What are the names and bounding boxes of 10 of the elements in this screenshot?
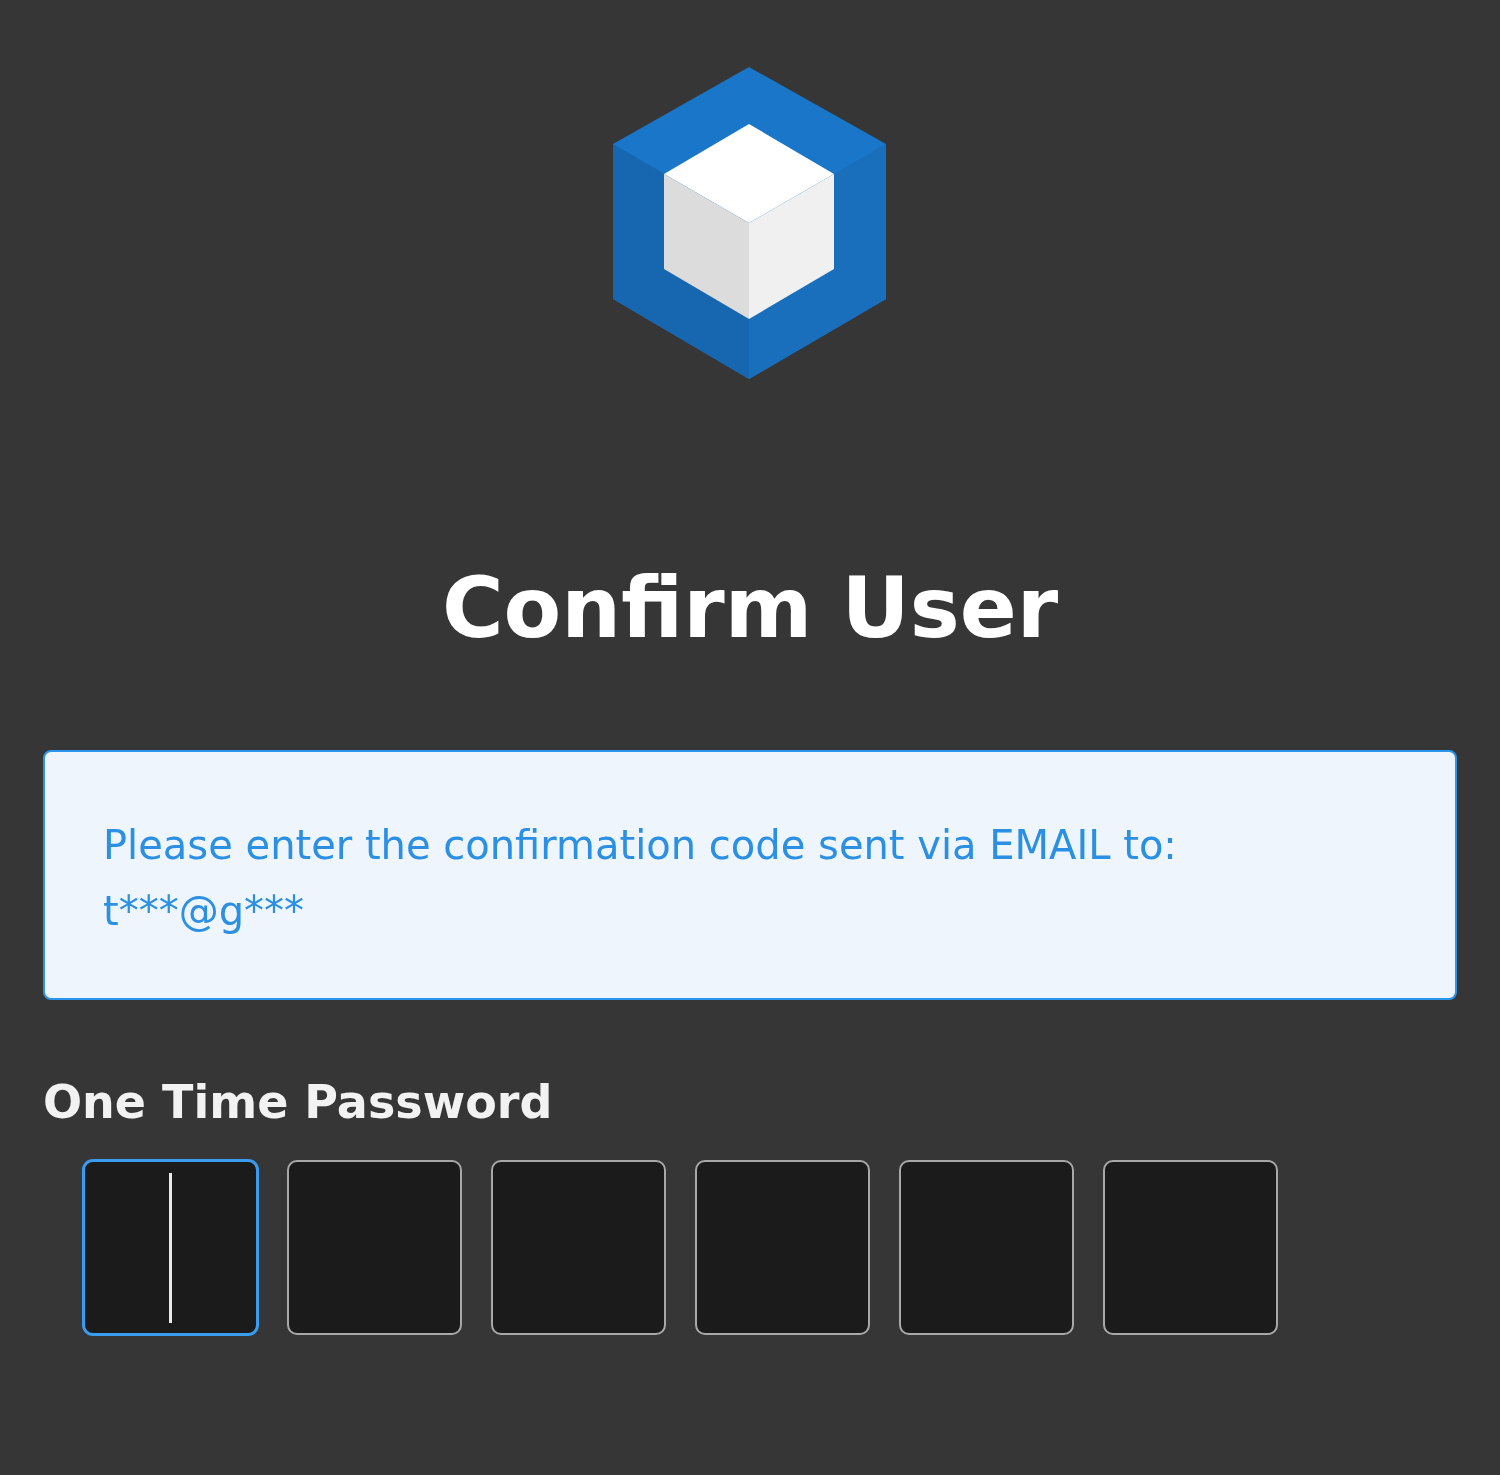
digit-input-field[interactable] [695,1160,870,1335]
page-title: Confirm User [441,558,1059,658]
digit-input-field[interactable] [287,1160,462,1335]
digit-input-field[interactable] [491,1160,666,1335]
digit-input-field[interactable] [83,1160,258,1335]
info-message: Please enter the confirmation code sent via EMAIL to: t***@g*** [43,750,1457,1000]
digit-input-field[interactable] [1103,1160,1278,1335]
cube-logo-icon [613,66,887,380]
field-label: One Time Password [43,1074,553,1131]
digit-input-field[interactable] [899,1160,1074,1335]
